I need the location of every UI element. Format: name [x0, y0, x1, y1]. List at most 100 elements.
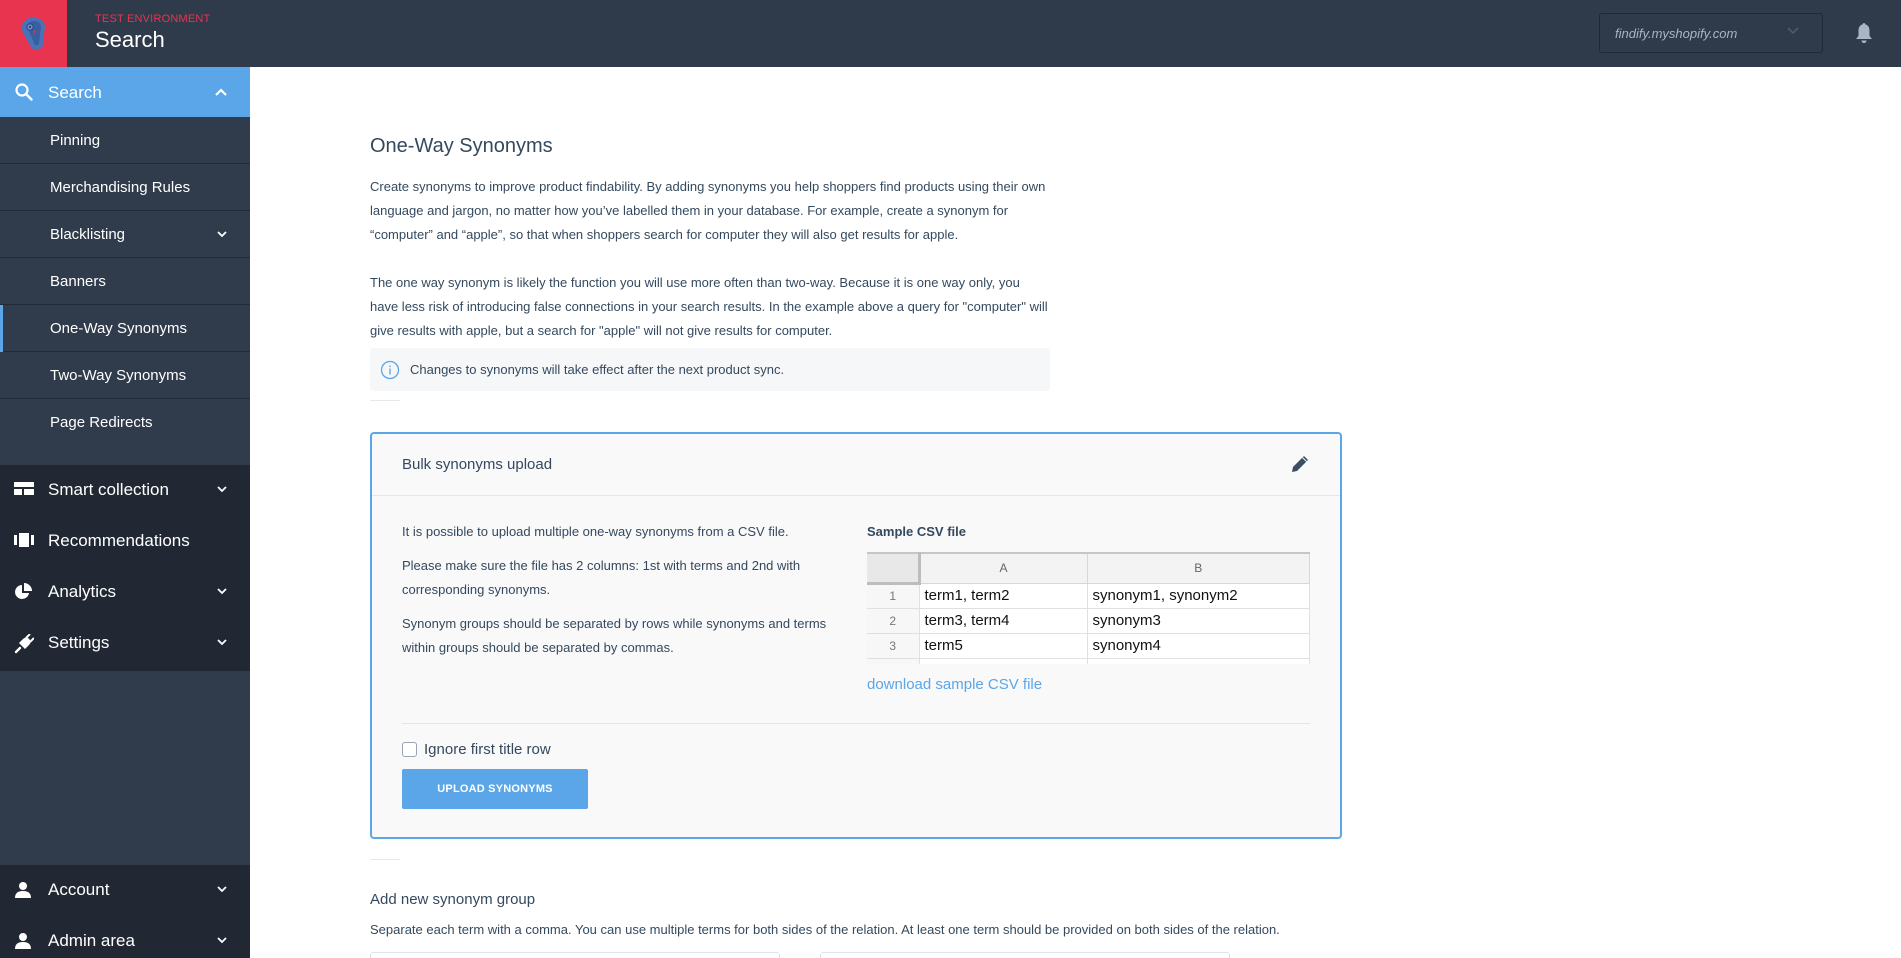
ignore-first-row-checkbox[interactable] [402, 742, 417, 757]
csv-row-number: 1 [867, 583, 920, 609]
bulk-upload-text: Please make sure the file has 2 columns:… [402, 558, 801, 597]
bulk-upload-header: Bulk synonyms upload [372, 434, 1340, 496]
divider [402, 723, 1310, 724]
chevron-down-icon [217, 639, 227, 646]
csv-row-number: 3 [867, 633, 920, 659]
chevron-down-icon [217, 588, 227, 595]
sidebar-item-recommendations[interactable]: Recommendations [0, 516, 250, 566]
sidebar-item-label: Search [48, 83, 102, 102]
add-group-description: Separate each term with a comma. You can… [370, 922, 1280, 937]
sidebar-item-smart-collection[interactable]: Smart collection [0, 465, 250, 515]
sidebar-item-blacklisting[interactable]: Blacklisting [0, 211, 250, 258]
add-group-title: Add new synonym group [370, 891, 536, 908]
sidebar-item-page-redirects[interactable]: Page Redirects [0, 399, 250, 446]
csv-cell: synonym4 [1087, 633, 1310, 659]
columns-icon [14, 533, 34, 547]
ignore-first-row-option[interactable]: Ignore first title row [402, 741, 551, 758]
sample-csv-table: A B 1 term1, term2 synonym1, synonym2 2 … [867, 552, 1310, 664]
logo[interactable] [0, 0, 67, 67]
info-notice-text: Changes to synonyms will take effect aft… [410, 362, 785, 377]
csv-cell [919, 658, 1088, 664]
sidebar-item-one-way-synonyms[interactable]: One-Way Synonyms [0, 305, 250, 352]
bulk-upload-text: It is possible to upload multiple one-wa… [402, 524, 789, 539]
owl-logo-icon [21, 17, 45, 50]
page-title: One-Way Synonyms [370, 135, 553, 157]
csv-cell: term3, term4 [919, 608, 1088, 634]
sidebar-item-admin-area[interactable]: Admin area [0, 916, 250, 958]
chevron-down-icon [1787, 27, 1799, 35]
csv-cell: term1, term2 [919, 583, 1088, 609]
sidebar-item-merchandising-rules[interactable]: Merchandising Rules [0, 164, 250, 211]
one-way-explanation-paragraph: The one way synonym is likely the functi… [370, 275, 1048, 338]
csv-column-header: B [1087, 552, 1310, 584]
csv-column-header: A [919, 552, 1088, 584]
plug-icon [14, 634, 34, 654]
divider [370, 859, 400, 860]
csv-row: 3 term5 synonym4 [867, 633, 1310, 659]
csv-cell [1087, 658, 1310, 664]
layout-icon [14, 482, 34, 495]
sidebar-item-label: Two-Way Synonyms [50, 367, 187, 384]
chevron-down-icon [217, 886, 227, 893]
chevron-up-icon [215, 88, 227, 96]
user-icon [15, 882, 31, 898]
chevron-down-icon [217, 486, 227, 493]
upload-synonyms-button[interactable]: UPLOAD SYNONYMS [402, 769, 588, 809]
sidebar-item-account[interactable]: Account [0, 865, 250, 915]
app-title: Search [95, 27, 165, 52]
intro-paragraph: Create synonyms to improve product finda… [370, 179, 1046, 242]
user-icon [15, 933, 31, 949]
environment-label: TEST ENVIRONMENT [95, 13, 211, 25]
csv-cell: synonym1, synonym2 [1087, 583, 1310, 609]
sidebar-item-label: Banners [50, 273, 106, 290]
sample-csv-label: Sample CSV file [867, 524, 966, 539]
store-selector-value: findify.myshopify.com [1615, 26, 1738, 41]
sidebar-item-label: Merchandising Rules [50, 179, 191, 196]
sidebar-item-label: Pinning [50, 132, 101, 149]
bulk-upload-text: Synonym groups should be separated by ro… [402, 616, 827, 655]
sidebar-item-label: One-Way Synonyms [50, 320, 187, 337]
sidebar-item-two-way-synonyms[interactable]: Two-Way Synonyms [0, 352, 250, 399]
sidebar-item-label: Blacklisting [50, 226, 126, 243]
sidebar-item-label: Analytics [48, 582, 117, 601]
sidebar-bottom-nav: Account Admin area [0, 865, 250, 958]
sidebar-item-label: Smart collection [48, 480, 169, 499]
top-bar: TEST ENVIRONMENT Search findify.myshopif… [0, 0, 1901, 67]
ignore-first-row-label: Ignore first title row [424, 741, 551, 758]
csv-row-number: 2 [867, 608, 920, 634]
store-selector[interactable]: findify.myshopify.com [1599, 13, 1823, 53]
sidebar-item-label: Settings [48, 633, 110, 652]
csv-cell: term5 [919, 633, 1088, 659]
sidebar-item-label: Admin area [48, 931, 135, 950]
sidebar-item-analytics[interactable]: Analytics [0, 567, 250, 617]
info-icon [380, 360, 400, 380]
sidebar-item-settings[interactable]: Settings [0, 618, 250, 668]
chevron-down-icon [217, 231, 227, 238]
bulk-upload-title: Bulk synonyms upload [402, 456, 553, 473]
chevron-down-icon [217, 937, 227, 944]
pie-chart-icon [15, 583, 32, 599]
info-notice: Changes to synonyms will take effect aft… [370, 348, 1050, 391]
divider [370, 400, 400, 401]
sidebar-item-label: Recommendations [48, 531, 190, 550]
csv-row-partial [867, 658, 1310, 664]
synonyms-input[interactable] [820, 952, 1230, 958]
sidebar-main-nav: Smart collection Recommendations Analyti… [0, 465, 250, 671]
bell-icon[interactable] [1855, 22, 1873, 44]
sidebar-item-label: Page Redirects [50, 414, 153, 431]
bulk-upload-card: Bulk synonyms upload It is possible to u… [370, 432, 1342, 839]
sidebar-item-banners[interactable]: Banners [0, 258, 250, 305]
sidebar: Search Pinning Merchandising Rules Black… [0, 67, 250, 958]
search-icon [15, 83, 33, 101]
sidebar-item-pinning[interactable]: Pinning [0, 117, 250, 164]
download-sample-csv-link[interactable]: download sample CSV file [867, 676, 1042, 693]
csv-row: 2 term3, term4 synonym3 [867, 608, 1310, 634]
sidebar-item-search[interactable]: Search [0, 67, 250, 117]
csv-corner-cell [867, 552, 921, 585]
sidebar-item-label: Account [48, 880, 110, 899]
pencil-icon[interactable] [1290, 454, 1310, 474]
csv-row: 1 term1, term2 synonym1, synonym2 [867, 583, 1310, 609]
csv-cell: synonym3 [1087, 608, 1310, 634]
terms-input[interactable] [370, 952, 780, 958]
csv-row-number [867, 658, 920, 664]
